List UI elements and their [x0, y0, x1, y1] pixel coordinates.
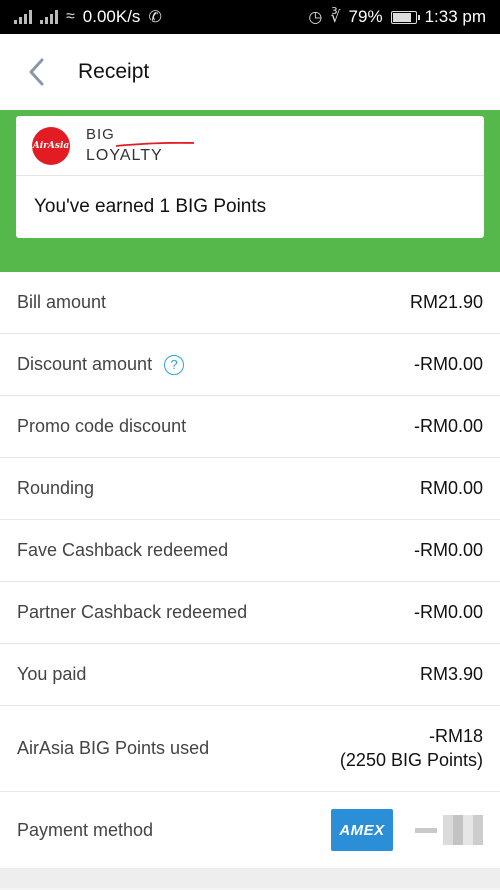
row-value: RM0.00: [419, 478, 483, 498]
payment-method-row: Payment method AMEX: [0, 792, 500, 868]
row-label: Fave Cashback redeemed: [17, 540, 229, 560]
row-value: -RM0.00: [413, 540, 483, 560]
page-title: Receipt: [78, 60, 150, 83]
battery-icon: [390, 10, 420, 24]
bluetooth-icon: ∛: [330, 9, 341, 26]
row-label: AirAsia BIG Points used: [17, 738, 210, 758]
points-earned-text: You've earned 1 BIG Points: [34, 196, 267, 217]
app-bar: Receipt: [0, 34, 500, 110]
fave-cashback-row: Fave Cashback redeemed -RM0.00: [0, 520, 500, 582]
signal-icon: [40, 10, 58, 24]
alarm-icon: ◷: [308, 9, 323, 26]
loyalty-card: AirAsia BIG LOYALTY You've earned 1 BIG …: [16, 116, 484, 238]
row-value: RM3.90: [419, 664, 483, 684]
partner-cashback-row: Partner Cashback redeemed -RM0.00: [0, 582, 500, 644]
bottom-spacer: [0, 868, 500, 888]
receipt-details: Bill amount RM21.90 Discount amount ? -R…: [0, 272, 500, 868]
amex-card-icon: AMEX: [331, 809, 393, 851]
signal-icon: [14, 10, 32, 24]
row-value: -RM0.00: [413, 602, 483, 622]
big-points-amount: -RM18: [428, 726, 483, 747]
big-loyalty-logo: BIG LOYALTY: [86, 127, 196, 164]
whatsapp-icon: ✆: [148, 9, 162, 26]
row-label: Partner Cashback redeemed: [17, 602, 248, 622]
big-points-used-row: AirAsia BIG Points used -RM18 (2250 BIG …: [0, 706, 500, 792]
loyalty-brand-row: AirAsia BIG LOYALTY: [16, 116, 484, 176]
discount-amount-row: Discount amount ? -RM0.00: [0, 334, 500, 396]
help-icon[interactable]: ?: [164, 354, 185, 375]
rounding-row: Rounding RM0.00: [0, 458, 500, 520]
masked-card-number: [415, 815, 483, 845]
row-value: RM21.90: [409, 292, 483, 312]
row-label-with-help: Discount amount ?: [17, 354, 185, 375]
big-points-count: (2250 BIG Points): [339, 749, 483, 770]
chevron-left-icon[interactable]: [18, 54, 54, 90]
payment-method-details: AMEX: [331, 809, 483, 851]
row-label: Discount amount: [17, 354, 153, 374]
row-value: -RM0.00: [413, 416, 483, 436]
loyalty-logo-text: LOYALTY: [86, 147, 163, 164]
bill-amount-row: Bill amount RM21.90: [0, 272, 500, 334]
promo-code-discount-row: Promo code discount -RM0.00: [0, 396, 500, 458]
wifi-icon: ≈: [66, 8, 75, 25]
row-label: Payment method: [17, 819, 154, 840]
row-label: Promo code discount: [17, 416, 187, 436]
big-points-value: -RM18 (2250 BIG Points): [340, 725, 483, 772]
battery-percent: 79%: [348, 7, 383, 26]
you-paid-row: You paid RM3.90: [0, 644, 500, 706]
status-bar: ≈ 0.00K/s ✆ ◷ ∛ 79% 1:33 pm: [0, 0, 500, 34]
airasia-logo: AirAsia: [32, 126, 70, 165]
row-label: Bill amount: [17, 292, 107, 312]
status-bar-left: ≈ 0.00K/s ✆: [14, 7, 162, 27]
row-label: Rounding: [17, 478, 95, 498]
network-speed: 0.00K/s: [82, 7, 141, 26]
row-value: -RM0.00: [413, 354, 483, 374]
loyalty-banner: AirAsia BIG LOYALTY You've earned 1 BIG …: [0, 110, 500, 272]
big-logo-text: BIG: [86, 126, 115, 143]
row-label: You paid: [17, 664, 87, 684]
status-bar-right: ◷ ∛ 79% 1:33 pm: [308, 7, 486, 27]
clock: 1:33 pm: [424, 7, 486, 26]
